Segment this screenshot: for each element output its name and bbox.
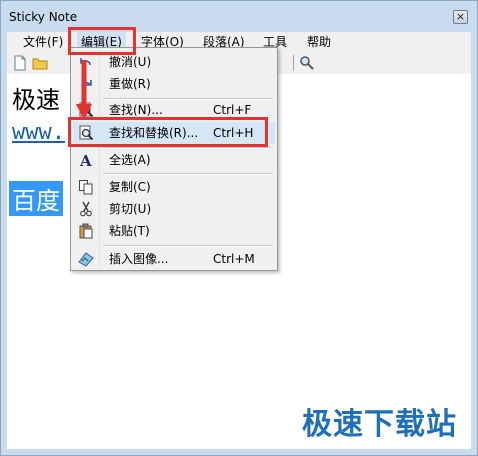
menu-item-label: 剪切(U) bbox=[109, 202, 152, 216]
annotation-box-find-replace bbox=[68, 117, 268, 147]
insert-image-icon bbox=[78, 252, 94, 267]
editor-selected-text: 百度 bbox=[9, 181, 63, 216]
scissors-icon bbox=[80, 201, 92, 217]
menu-help[interactable]: 帮助 bbox=[303, 32, 335, 52]
menu-item-redo[interactable]: 重做(R) bbox=[73, 73, 275, 95]
annotation-box-edit-menu bbox=[68, 27, 136, 55]
toolbar-separator bbox=[293, 55, 294, 71]
menu-item-label: 粘贴(T) bbox=[109, 224, 150, 238]
menu-item-copy[interactable]: 复制(C) bbox=[73, 176, 275, 198]
watermark: 极速下载站 bbox=[302, 407, 457, 442]
menu-item-label: 复制(C) bbox=[109, 180, 151, 194]
menu-item-insert-image[interactable]: 插入图像... Ctrl+M bbox=[73, 248, 275, 270]
menu-item-select-all[interactable]: A 全选(A) bbox=[73, 149, 275, 171]
menu-item-label: 重做(R) bbox=[109, 77, 151, 91]
menu-file[interactable]: 文件(F) bbox=[19, 32, 67, 52]
menu-separator bbox=[103, 245, 273, 247]
open-folder-icon[interactable] bbox=[32, 55, 48, 71]
search-icon[interactable] bbox=[299, 55, 315, 71]
menu-item-label: 全选(A) bbox=[109, 153, 151, 167]
menu-item-cut[interactable]: 剪切(U) bbox=[73, 198, 275, 220]
new-file-icon[interactable] bbox=[12, 55, 28, 71]
editor-line-1: 极速 bbox=[12, 86, 60, 114]
svg-text:A: A bbox=[79, 152, 92, 168]
copy-icon bbox=[79, 180, 93, 195]
paste-icon bbox=[79, 223, 93, 239]
window-title: Sticky Note bbox=[9, 10, 78, 24]
close-button[interactable]: × bbox=[453, 10, 468, 24]
menu-item-shortcut: Ctrl+M bbox=[213, 252, 255, 266]
menu-item-paste[interactable]: 粘贴(T) bbox=[73, 220, 275, 242]
menu-item-label: 插入图像... bbox=[109, 252, 169, 266]
edit-dropdown-menu: 撤消(U) 重做(R) 查找(N)... Ctrl+F 查找和替换(R)... … bbox=[70, 47, 278, 271]
select-all-icon: A bbox=[79, 152, 92, 168]
annotation-arrow-icon bbox=[76, 60, 92, 120]
editor-link[interactable]: www. bbox=[12, 120, 65, 145]
menu-separator bbox=[103, 173, 273, 175]
